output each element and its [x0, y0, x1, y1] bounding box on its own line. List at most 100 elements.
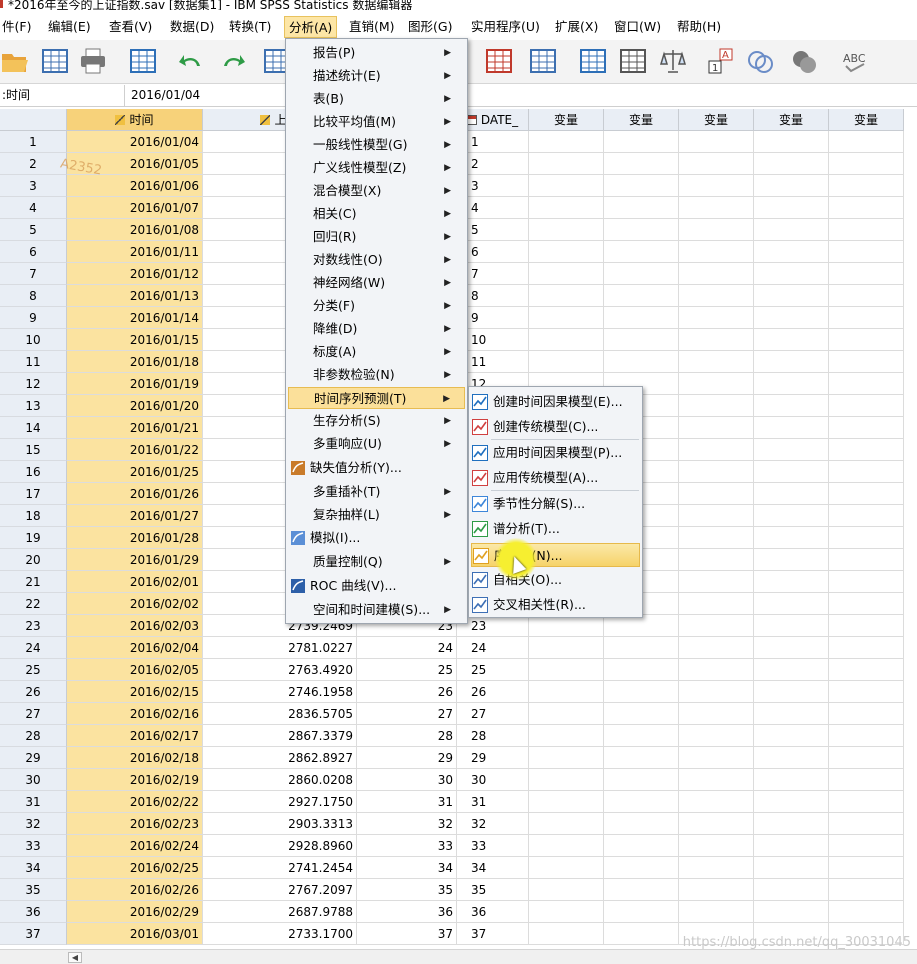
empty-cell[interactable] [604, 637, 679, 659]
row-number[interactable]: 2 [0, 153, 67, 175]
empty-cell[interactable] [679, 681, 754, 703]
empty-cell[interactable] [529, 153, 604, 175]
row-number[interactable]: 18 [0, 505, 67, 527]
empty-cell[interactable] [529, 197, 604, 219]
empty-cell[interactable] [829, 439, 904, 461]
empty-cell[interactable] [829, 725, 904, 747]
analyze-menu-item-6[interactable]: 混合模型(X) ▶ [288, 180, 465, 202]
empty-cell[interactable] [604, 197, 679, 219]
data-cell[interactable]: 35 [357, 879, 457, 901]
data-cell[interactable]: 31 [357, 791, 457, 813]
data-cell[interactable]: 25 [357, 659, 457, 681]
empty-cell[interactable] [679, 307, 754, 329]
data-cell[interactable]: 34 [357, 857, 457, 879]
empty-cell[interactable] [679, 571, 754, 593]
data-cell[interactable]: 2016/01/20 [67, 395, 203, 417]
menu-10[interactable]: 窗口(W) [610, 16, 665, 38]
empty-cell[interactable] [754, 681, 829, 703]
analyze-menu-item-14[interactable]: 非参数检验(N) ▶ [288, 364, 465, 386]
empty-cell[interactable] [829, 703, 904, 725]
empty-cell[interactable] [754, 879, 829, 901]
data-cell[interactable]: 2016/02/19 [67, 769, 203, 791]
empty-cell[interactable] [679, 241, 754, 263]
empty-cell[interactable] [829, 461, 904, 483]
empty-cell[interactable] [604, 857, 679, 879]
empty-cell[interactable] [679, 131, 754, 153]
ts-menu-item-8[interactable]: 交叉相关性(R)... [471, 593, 640, 617]
data-cell[interactable]: 35 [457, 879, 529, 901]
empty-cell[interactable] [679, 153, 754, 175]
data-cell[interactable]: 2016/01/14 [67, 307, 203, 329]
column-header-4[interactable]: 变量 [529, 109, 604, 131]
row-number[interactable]: 11 [0, 351, 67, 373]
empty-cell[interactable] [604, 813, 679, 835]
row-number[interactable]: 10 [0, 329, 67, 351]
data-cell[interactable]: 2016/02/23 [67, 813, 203, 835]
analyze-menu-item-22[interactable]: 质量控制(Q) ▶ [288, 551, 465, 573]
empty-cell[interactable] [829, 285, 904, 307]
analyze-menu-item-3[interactable]: 比较平均值(M) ▶ [288, 111, 465, 133]
empty-cell[interactable] [829, 549, 904, 571]
data-cell[interactable]: 28 [357, 725, 457, 747]
analyze-menu-item-9[interactable]: 对数线性(O) ▶ [288, 249, 465, 271]
empty-cell[interactable] [679, 813, 754, 835]
row-number[interactable]: 4 [0, 197, 67, 219]
empty-cell[interactable] [829, 131, 904, 153]
empty-cell[interactable] [679, 219, 754, 241]
empty-cell[interactable] [529, 351, 604, 373]
spell-check-icon[interactable]: ABC [840, 46, 870, 76]
empty-cell[interactable] [829, 219, 904, 241]
row-number[interactable]: 8 [0, 285, 67, 307]
column-header-6[interactable]: 变量 [679, 109, 754, 131]
empty-cell[interactable] [679, 417, 754, 439]
empty-cell[interactable] [679, 527, 754, 549]
empty-cell[interactable] [529, 263, 604, 285]
empty-cell[interactable] [754, 791, 829, 813]
variables-icon[interactable] [528, 46, 558, 76]
empty-cell[interactable] [754, 439, 829, 461]
empty-cell[interactable] [754, 857, 829, 879]
data-cell[interactable]: 28 [457, 725, 529, 747]
empty-cell[interactable] [529, 879, 604, 901]
empty-cell[interactable] [829, 835, 904, 857]
empty-cell[interactable] [829, 197, 904, 219]
row-number[interactable]: 20 [0, 549, 67, 571]
empty-cell[interactable] [529, 219, 604, 241]
analyze-menu-item-24[interactable]: 空间和时间建模(S)... ▶ [288, 599, 465, 621]
empty-cell[interactable] [754, 725, 829, 747]
row-number[interactable]: 6 [0, 241, 67, 263]
value-labels-icon[interactable]: A1 [706, 46, 736, 76]
row-number[interactable]: 15 [0, 439, 67, 461]
empty-cell[interactable] [829, 307, 904, 329]
empty-cell[interactable] [604, 263, 679, 285]
data-cell[interactable]: 2733.1700 [203, 923, 357, 945]
empty-cell[interactable] [829, 615, 904, 637]
select-cases-icon[interactable] [484, 46, 514, 76]
row-number[interactable]: 13 [0, 395, 67, 417]
empty-cell[interactable] [679, 263, 754, 285]
column-header-7[interactable]: 变量 [754, 109, 829, 131]
empty-cell[interactable] [604, 659, 679, 681]
empty-cell[interactable] [679, 703, 754, 725]
empty-cell[interactable] [679, 637, 754, 659]
analyze-menu-item-13[interactable]: 标度(A) ▶ [288, 341, 465, 363]
data-cell[interactable]: 2016/01/26 [67, 483, 203, 505]
data-cell[interactable]: 34 [457, 857, 529, 879]
show-sets-icon[interactable] [790, 46, 820, 76]
row-number[interactable]: 17 [0, 483, 67, 505]
empty-cell[interactable] [829, 351, 904, 373]
data-cell[interactable]: 2016/01/13 [67, 285, 203, 307]
data-cell[interactable]: 2836.5705 [203, 703, 357, 725]
empty-cell[interactable] [829, 153, 904, 175]
ts-menu-item-1[interactable]: 创建传统模型(C)... [471, 415, 640, 439]
empty-cell[interactable] [529, 725, 604, 747]
empty-cell[interactable] [829, 373, 904, 395]
menu-5[interactable]: 分析(A) [284, 16, 338, 38]
cell-value-input[interactable]: 2016/01/04 [131, 85, 200, 106]
row-number[interactable]: 9 [0, 307, 67, 329]
empty-cell[interactable] [829, 681, 904, 703]
split-file-icon[interactable] [618, 46, 648, 76]
row-number[interactable]: 31 [0, 791, 67, 813]
empty-cell[interactable] [604, 769, 679, 791]
weight-cases-icon[interactable] [658, 46, 688, 76]
